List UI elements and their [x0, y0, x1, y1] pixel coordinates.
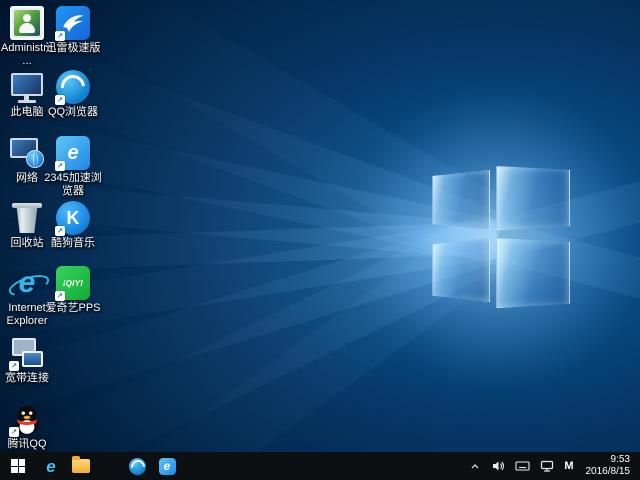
shortcut-arrow-icon [9, 361, 19, 371]
shortcut-arrow-icon [9, 427, 19, 437]
icon-label: 酷狗音乐 [44, 237, 102, 250]
administrator-folder-icon [10, 6, 44, 40]
icon-label: 宽带连接 [0, 372, 54, 385]
tray-volume-button[interactable] [487, 452, 509, 480]
keyboard-icon [515, 460, 530, 472]
wallpaper-window-pane [496, 166, 570, 230]
ime-mode-label: M [564, 460, 573, 472]
icon-label: 爱奇艺PPS [44, 302, 102, 315]
icon-label: 迅雷极速版 [44, 42, 102, 55]
wallpaper-window-pane [432, 238, 490, 302]
tray-keyboard-button[interactable] [511, 452, 534, 480]
wallpaper-window-pane [496, 238, 570, 308]
shortcut-arrow-icon [55, 161, 65, 171]
broadband-connection-icon [10, 336, 44, 370]
taskbar-qq-browser-button[interactable] [122, 452, 152, 480]
desktop-icon-iqiyi[interactable]: iQIYI 爱奇艺PPS [44, 266, 102, 315]
icon-label: 2345加速浏览器 [44, 172, 102, 198]
desktop-icon-kugou[interactable]: K 酷狗音乐 [44, 201, 102, 250]
taskbar-file-explorer-button[interactable] [66, 452, 96, 480]
desktop-icon-broadband[interactable]: 宽带连接 [0, 336, 54, 385]
qq-browser-icon [129, 458, 146, 475]
ie-icon: e [46, 458, 55, 475]
desktop-icon-2345-browser[interactable]: e 2345加速浏览器 [44, 136, 102, 198]
shortcut-arrow-icon [55, 31, 65, 41]
folder-icon [72, 459, 90, 473]
internet-explorer-icon: e [10, 266, 44, 300]
shortcut-arrow-icon [55, 95, 65, 105]
taskbar-clock[interactable]: 9:53 2016/8/15 [580, 452, 637, 480]
desktop-icon-xunlei[interactable]: 迅雷极速版 [44, 6, 102, 55]
tray-ime-indicator[interactable]: M [560, 452, 577, 480]
taskbar: e e [0, 452, 640, 480]
iqiyi-pps-icon: iQIYI [56, 266, 90, 300]
desktop-icon-qq-browser[interactable]: QQ浏览器 [44, 70, 102, 119]
start-button[interactable] [0, 452, 36, 480]
taskbar-ie-button[interactable]: e [36, 452, 66, 480]
wallpaper-window-pane [432, 170, 490, 230]
recycle-bin-icon [10, 201, 44, 235]
clock-date: 2016/8/15 [586, 466, 631, 478]
shortcut-arrow-icon [55, 291, 65, 301]
tray-chevron-up-button[interactable] [465, 452, 485, 480]
network-icon [540, 460, 554, 473]
icon-label: QQ浏览器 [44, 106, 102, 119]
windows-logo-icon [11, 459, 25, 473]
shortcut-arrow-icon [55, 226, 65, 236]
network-icon [10, 136, 44, 170]
volume-icon [491, 459, 505, 473]
system-tray: M 9:53 2016/8/15 [465, 452, 640, 480]
tray-network-button[interactable] [536, 452, 558, 480]
wallpaper-windows-logo [430, 164, 572, 314]
2345-browser-icon: e [56, 136, 90, 170]
taskbar-2345-browser-button[interactable]: e [152, 452, 182, 480]
taskbar-left: e e [0, 452, 182, 480]
clock-time: 9:53 [611, 454, 630, 466]
qq-penguin-icon [10, 402, 44, 436]
chevron-up-icon [469, 460, 481, 472]
2345-browser-icon: e [159, 458, 176, 475]
computer-icon [10, 70, 44, 104]
kugou-music-icon: K [56, 201, 90, 235]
icon-label: 腾讯QQ [0, 438, 54, 451]
xunlei-bird-icon [56, 6, 90, 40]
qq-browser-icon [56, 70, 90, 104]
desktop-icon-tencent-qq[interactable]: 腾讯QQ [0, 402, 54, 451]
